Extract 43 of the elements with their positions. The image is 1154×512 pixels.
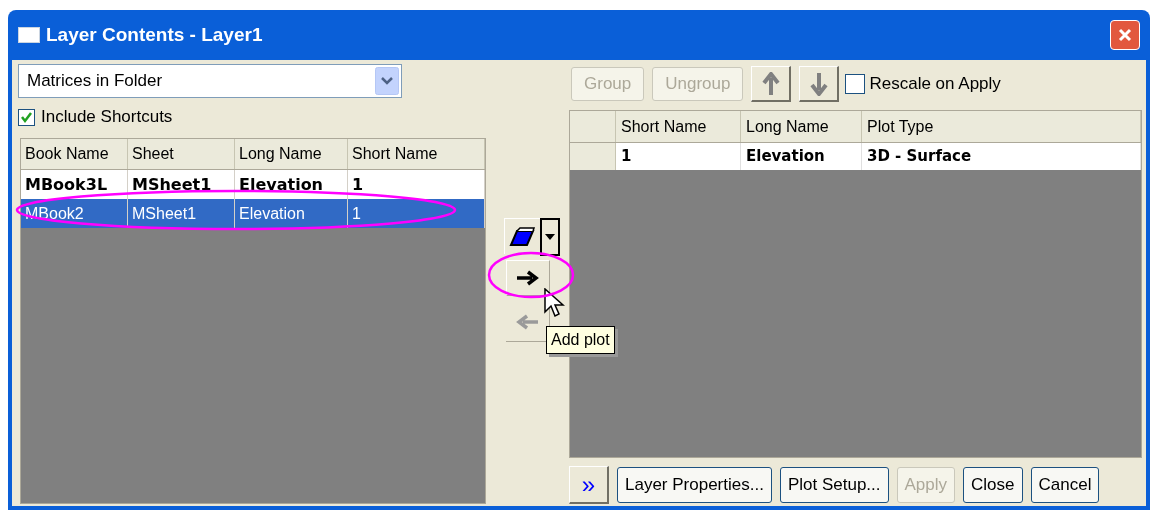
- left-arrow-icon: [515, 313, 539, 330]
- expand-button[interactable]: »: [569, 466, 609, 504]
- dialog-button[interactable]: Close: [963, 467, 1023, 503]
- up-arrow-icon: [761, 71, 780, 96]
- caret-icon: [544, 234, 555, 240]
- move-up-button[interactable]: [751, 66, 792, 102]
- dialog-button[interactable]: Cancel: [1030, 467, 1100, 503]
- plot-type-button[interactable]: [503, 218, 540, 254]
- dialog-button[interactable]: Plot Setup...: [779, 467, 889, 503]
- tooltip: Add plot: [546, 326, 615, 354]
- check-icon: [20, 110, 33, 124]
- move-down-button[interactable]: [799, 66, 840, 102]
- dropdown-value: Matrices in Folder: [27, 70, 164, 93]
- window-icon: [18, 27, 40, 43]
- table-row[interactable]: 1 Elevation 3D - Surface: [570, 143, 1141, 170]
- table-cell: 3D - Surface: [862, 143, 1141, 170]
- checkbox[interactable]: [18, 108, 35, 126]
- column-header[interactable]: Book Name: [21, 139, 128, 169]
- close-button[interactable]: [1110, 20, 1140, 50]
- checkbox-label: Include Shortcuts: [41, 106, 173, 129]
- table-row[interactable]: MBook3L MSheet1 Elevation 1: [21, 170, 485, 199]
- column-header[interactable]: Long Name: [741, 111, 862, 142]
- column-header[interactable]: Short Name: [616, 111, 741, 142]
- checkbox-label: Rescale on Apply: [869, 73, 1001, 96]
- column-header[interactable]: Long Name: [235, 139, 348, 169]
- column-header[interactable]: Plot Type: [862, 111, 1141, 142]
- table-cell: 1: [348, 199, 485, 228]
- mouse-cursor-icon: [544, 288, 566, 320]
- table-cell: MSheet1: [128, 199, 235, 228]
- checkbox[interactable]: [845, 74, 866, 94]
- source-dropdown[interactable]: Matrices in Folder: [18, 64, 402, 98]
- add-plot-button[interactable]: [505, 260, 550, 296]
- down-arrow-icon: [809, 71, 828, 96]
- column-header[interactable]: Short Name: [348, 139, 485, 169]
- dialog-button[interactable]: Layer Properties...: [617, 467, 772, 503]
- close-icon: [1117, 27, 1133, 43]
- table-cell: Elevation: [741, 143, 862, 170]
- surface-icon: [508, 224, 536, 249]
- column-header[interactable]: Sheet: [128, 139, 235, 169]
- right-arrow-icon: [515, 270, 540, 286]
- table-cell: Elevation: [235, 199, 348, 228]
- table-cell: 1: [616, 143, 741, 170]
- window-title: Layer Contents - Layer1: [46, 22, 263, 47]
